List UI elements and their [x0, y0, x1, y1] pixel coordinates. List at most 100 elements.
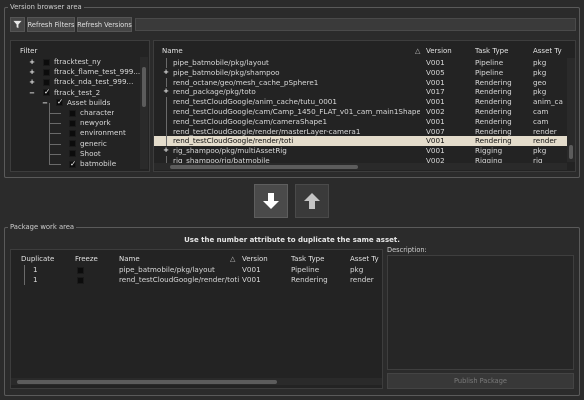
tree-branch-line [49, 143, 61, 145]
version-name: pipe_batmobile/pkg/layout [173, 58, 269, 67]
version-number: V001 [426, 146, 445, 156]
task-type: Rendering [475, 116, 512, 126]
column-header-duplicate[interactable]: Duplicate [21, 253, 54, 265]
version-number: V002 [426, 107, 445, 116]
filter-checkbox[interactable] [69, 129, 76, 137]
filter-tree-scrollbar[interactable] [140, 57, 148, 169]
expand-icon[interactable]: + [29, 77, 35, 87]
filter-checkbox[interactable] [43, 87, 50, 97]
collapse-icon[interactable]: − [42, 98, 48, 108]
tree-branch-line [49, 154, 50, 164]
version-table[interactable]: Name △ Version Task Type Asset Ty pipe_b… [153, 40, 576, 172]
version-row[interactable]: + rend_package/pkg/toto V017 Rendering pkg [154, 87, 567, 97]
filter-tree[interactable]: Filter + ftracktest_ny + ftrack_flame_test_… [10, 40, 150, 172]
remove-from-package-button[interactable] [295, 184, 329, 218]
version-number: V001 [426, 58, 445, 67]
version-number: V001 [426, 97, 445, 107]
package-work-title: Package work area [8, 223, 77, 231]
refresh-filters-button[interactable]: Refresh Filters [27, 17, 75, 32]
version-name: rend_octane/geo/mesh_cache_pSphere1 [173, 77, 319, 87]
filter-checkbox[interactable] [69, 150, 76, 158]
package-table-hscrollbar[interactable] [11, 378, 382, 385]
version-row[interactable]: + pipe_batmobile/pkg/shampoo V005 Pipeline p… [154, 68, 567, 78]
filter-tree-item[interactable]: − ftrack_test_2 [11, 87, 139, 98]
description-label: Description: [387, 246, 427, 254]
filter-item-label: character [80, 108, 115, 117]
tree-branch-line [49, 123, 50, 134]
tree-branch-line [49, 153, 61, 155]
filter-toggle-button[interactable] [10, 17, 25, 32]
column-header-version[interactable]: Version [426, 45, 452, 57]
column-header-task-type[interactable]: Task Type [291, 253, 324, 265]
column-header-version[interactable]: Version [242, 253, 268, 265]
description-field[interactable] [387, 255, 574, 370]
filter-tree-item[interactable]: character [11, 103, 139, 118]
filter-checkbox[interactable] [43, 78, 50, 86]
filter-tree-scroll-thumb[interactable] [142, 67, 146, 107]
filter-checkbox[interactable] [69, 159, 76, 169]
filter-tree-item[interactable]: newyork [11, 113, 139, 128]
column-header-asset-type[interactable]: Asset Ty [350, 253, 379, 265]
filter-item-label: generic [80, 138, 107, 148]
filter-checkbox[interactable] [56, 97, 63, 107]
freeze-checkbox[interactable] [77, 276, 84, 284]
expand-icon[interactable]: + [163, 68, 169, 78]
filter-checkbox[interactable] [69, 109, 76, 117]
task-type: Rendering [291, 275, 328, 284]
filter-tree-item[interactable]: Shoot [11, 143, 139, 159]
publish-package-button[interactable]: Publish Package [387, 373, 574, 389]
collapse-icon[interactable]: − [29, 88, 35, 98]
package-row[interactable]: 1 pipe_batmobile/pkg/layout V001 Pipeline pk… [11, 265, 382, 275]
filter-tree-item[interactable]: generic [11, 133, 139, 149]
column-header-name[interactable]: Name [119, 253, 140, 265]
tree-branch-line [49, 143, 50, 154]
filter-tree-item[interactable]: − Asset builds [11, 97, 139, 108]
task-type: Pipeline [475, 58, 504, 67]
package-row[interactable]: 1 rend_testCloudGoogle/render/toti V001 Ren… [11, 275, 382, 285]
search-input[interactable] [135, 18, 576, 31]
version-table-hscroll-thumb[interactable] [170, 165, 358, 169]
column-header-asset-type[interactable]: Asset Ty [533, 45, 562, 57]
filter-checkbox[interactable] [69, 140, 76, 148]
version-row[interactable]: rend_testCloudGoogle/render/toti V001 Rend… [154, 136, 567, 147]
expand-icon[interactable]: + [163, 87, 169, 97]
filter-tree-item[interactable]: + ftrack_flame_test_999... [11, 67, 141, 77]
expand-icon[interactable]: + [29, 57, 35, 67]
filter-tree-item[interactable]: + ftracktest_ny [11, 57, 139, 67]
asset-type: pkg [350, 265, 364, 274]
version-row[interactable]: + rig_shampoo/pkg/multiAssetRig V001 Riggin… [154, 146, 567, 156]
filter-checkbox[interactable] [43, 68, 50, 76]
tree-branch-line [49, 133, 61, 135]
refresh-versions-button[interactable]: Refresh Versions [77, 17, 132, 32]
column-header-task-type[interactable]: Task Type [475, 45, 508, 57]
filter-item-label: ftrack_flame_test_999... [54, 67, 141, 77]
expand-icon[interactable]: + [29, 67, 35, 77]
version-row[interactable]: rend_testCloudGoogle/cam/cameraShape1 V00… [154, 116, 567, 127]
filter-tree-item[interactable]: + ftrack_nda_test_999... [11, 77, 139, 87]
version-name: rend_testCloudGoogle/cam/Camp_1450_FLAT_… [173, 107, 420, 116]
filter-checkbox[interactable] [43, 58, 50, 66]
package-table-hscroll-thumb[interactable] [17, 380, 277, 384]
version-row[interactable]: pipe_batmobile/pkg/layout V001 Pipeline pkg [154, 58, 567, 68]
filter-tree-item[interactable]: environment [11, 123, 139, 138]
version-row[interactable]: rend_testCloudGoogle/render/masterLayer-… [154, 126, 567, 137]
version-row[interactable]: rend_testCloudGoogle/anim_cache/tutu_000… [154, 97, 567, 107]
filter-checkbox[interactable] [69, 119, 76, 127]
duplicate-count-field[interactable]: 1 [33, 275, 38, 285]
package-item-name: rend_testCloudGoogle/render/toti [119, 275, 239, 284]
column-header-freeze[interactable]: Freeze [75, 253, 98, 265]
add-to-package-button[interactable] [254, 184, 288, 218]
version-table-vscroll-thumb[interactable] [569, 145, 573, 159]
version-table-hscrollbar[interactable] [154, 163, 567, 170]
asset-type: pkg [533, 87, 547, 97]
duplicate-count-field[interactable]: 1 [33, 265, 38, 275]
filter-tree-item[interactable]: batmobile [11, 154, 139, 169]
column-header-name[interactable]: Name [162, 45, 183, 57]
version-row[interactable]: rend_testCloudGoogle/cam/Camp_1450_FLAT_… [154, 107, 567, 117]
version-table-vscrollbar[interactable] [567, 58, 575, 162]
expand-icon[interactable]: + [163, 146, 169, 156]
freeze-checkbox[interactable] [77, 266, 84, 274]
version-row[interactable]: rend_octane/geo/mesh_cache_pSphere1 V001 R… [154, 77, 567, 88]
package-table[interactable]: Duplicate Freeze Name △ Version Task Typ… [10, 249, 383, 389]
tree-branch-line [49, 113, 61, 114]
